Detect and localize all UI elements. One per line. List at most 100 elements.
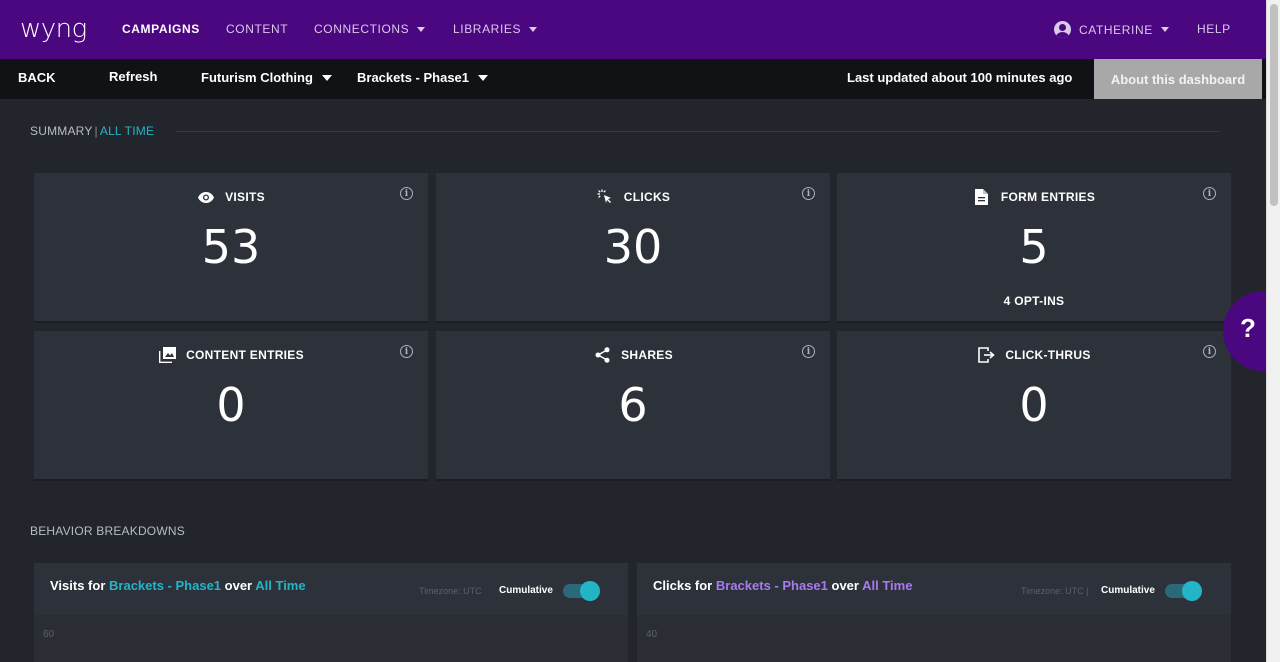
last-updated-text: Last updated about 100 minutes ago bbox=[847, 70, 1072, 85]
behavior-header: BEHAVIOR BREAKDOWNS bbox=[30, 524, 185, 538]
info-icon[interactable]: i bbox=[802, 187, 815, 200]
chart-title: Clicks for Brackets - Phase1 over All Ti… bbox=[653, 578, 912, 593]
card-label: VISITS bbox=[225, 190, 265, 204]
timezone-label: Timezone: UTC bbox=[419, 586, 482, 596]
visits-card: VISITS i 53 bbox=[34, 173, 428, 323]
nav-connections[interactable]: CONNECTIONS bbox=[314, 22, 426, 36]
user-menu[interactable]: CATHERINE bbox=[1054, 21, 1169, 38]
form-entries-card: FORM ENTRIES i 5 4 OPT-INS bbox=[837, 173, 1231, 323]
chevron-down-icon bbox=[478, 74, 489, 81]
chevron-down-icon bbox=[417, 26, 426, 32]
card-header: VISITS bbox=[34, 188, 428, 206]
card-header: SHARES bbox=[436, 346, 830, 364]
chevron-down-icon bbox=[529, 26, 538, 32]
nav-content[interactable]: CONTENT bbox=[226, 22, 288, 36]
card-label: SHARES bbox=[621, 348, 673, 362]
wyng-logo[interactable]: wyng bbox=[20, 14, 87, 44]
card-label: CONTENT ENTRIES bbox=[186, 348, 304, 362]
user-avatar-icon bbox=[1054, 21, 1071, 38]
visits-chart-panel: Visits for Brackets - Phase1 over All Ti… bbox=[34, 563, 628, 662]
info-icon[interactable]: i bbox=[1203, 187, 1216, 200]
clicks-card: CLICKS i 30 bbox=[436, 173, 830, 323]
chart-title: Visits for Brackets - Phase1 over All Ti… bbox=[50, 578, 306, 593]
nav-libraries[interactable]: LIBRARIES bbox=[453, 22, 538, 36]
timezone-label: Timezone: UTC | bbox=[1021, 586, 1089, 596]
separator: | bbox=[94, 124, 98, 138]
info-icon[interactable]: i bbox=[400, 187, 413, 200]
cumulative-label: Cumulative bbox=[499, 585, 553, 596]
summary-header: SUMMARY | ALL TIME bbox=[30, 124, 154, 138]
card-value: 0 bbox=[1019, 378, 1049, 432]
chart-area bbox=[34, 615, 628, 662]
chart-campaign-link[interactable]: Brackets - Phase1 bbox=[716, 578, 828, 593]
chart-title-prefix: Visits for bbox=[50, 578, 106, 593]
back-button[interactable]: BACK bbox=[18, 70, 56, 85]
y-axis-tick: 40 bbox=[646, 629, 658, 640]
about-dashboard-button[interactable]: About this dashboard bbox=[1094, 59, 1262, 99]
click-thrus-card: CLICK-THRUS i 0 bbox=[837, 331, 1231, 481]
campaign-label: Brackets - Phase1 bbox=[357, 70, 470, 85]
cursor-click-icon bbox=[596, 188, 614, 206]
share-icon bbox=[593, 346, 611, 364]
card-value: 6 bbox=[618, 378, 648, 432]
nav-campaigns[interactable]: CAMPAIGNS bbox=[122, 22, 200, 36]
info-icon[interactable]: i bbox=[400, 345, 413, 358]
content-entries-card: CONTENT ENTRIES i 0 bbox=[34, 331, 428, 481]
chevron-down-icon bbox=[1160, 27, 1169, 32]
chevron-down-icon bbox=[321, 74, 332, 81]
document-icon bbox=[973, 188, 991, 206]
dashboard-toolbar: BACK Refresh Futurism Clothing Brackets … bbox=[0, 59, 1266, 99]
opt-ins-count: 4 OPT-INS bbox=[1003, 294, 1065, 308]
back-label: BACK bbox=[18, 70, 56, 85]
toggle-knob bbox=[1182, 581, 1202, 601]
card-value: 5 bbox=[1019, 220, 1049, 274]
cumulative-label: Cumulative bbox=[1101, 585, 1155, 596]
question-icon: ? bbox=[1240, 313, 1256, 343]
chart-area bbox=[637, 615, 1231, 662]
summary-range[interactable]: ALL TIME bbox=[100, 124, 154, 138]
summary-label: SUMMARY bbox=[30, 124, 93, 138]
card-header: FORM ENTRIES bbox=[837, 188, 1231, 206]
card-header: CLICK-THRUS bbox=[837, 346, 1231, 364]
nav-campaigns-label: CAMPAIGNS bbox=[122, 22, 200, 36]
card-value: 53 bbox=[201, 220, 261, 274]
nav-help[interactable]: HELP bbox=[1197, 22, 1231, 36]
page-scrollbar[interactable] bbox=[1266, 0, 1280, 662]
chart-title-over: over bbox=[831, 578, 859, 593]
image-gallery-icon bbox=[158, 346, 176, 364]
chart-range-link[interactable]: All Time bbox=[255, 578, 305, 593]
user-name: CATHERINE bbox=[1079, 22, 1153, 37]
eye-icon bbox=[197, 188, 215, 206]
campaign-dropdown[interactable]: Brackets - Phase1 bbox=[357, 70, 489, 85]
card-value: 0 bbox=[216, 378, 246, 432]
card-header: CLICKS bbox=[436, 188, 830, 206]
nav-help-label: HELP bbox=[1197, 22, 1231, 36]
cumulative-toggle[interactable] bbox=[1165, 581, 1202, 601]
chart-title-prefix: Clicks for bbox=[653, 578, 713, 593]
account-dropdown[interactable]: Futurism Clothing bbox=[201, 70, 332, 85]
toggle-knob bbox=[580, 581, 600, 601]
nav-connections-label: CONNECTIONS bbox=[314, 22, 410, 36]
y-axis-tick: 60 bbox=[43, 629, 55, 640]
chart-title-over: over bbox=[224, 578, 253, 593]
account-label: Futurism Clothing bbox=[201, 70, 313, 85]
info-icon[interactable]: i bbox=[1203, 345, 1216, 358]
refresh-button[interactable]: Refresh bbox=[109, 69, 157, 84]
cumulative-toggle[interactable] bbox=[563, 581, 600, 601]
info-icon[interactable]: i bbox=[802, 345, 815, 358]
nav-content-label: CONTENT bbox=[226, 22, 289, 36]
card-label: CLICK-THRUS bbox=[1005, 348, 1091, 362]
card-value: 30 bbox=[603, 220, 663, 274]
card-label: FORM ENTRIES bbox=[1000, 190, 1096, 204]
top-nav: wyng CAMPAIGNS CONTENT CONNECTIONS LIBRA… bbox=[0, 0, 1266, 59]
card-label: CLICKS bbox=[623, 190, 671, 204]
chart-campaign-link[interactable]: Brackets - Phase1 bbox=[109, 578, 221, 593]
divider bbox=[176, 131, 1220, 132]
shares-card: SHARES i 6 bbox=[436, 331, 830, 481]
nav-libraries-label: LIBRARIES bbox=[453, 22, 522, 36]
card-header: CONTENT ENTRIES bbox=[34, 346, 428, 364]
exit-icon bbox=[977, 346, 995, 364]
last-updated-label: Last updated about 100 minutes ago bbox=[847, 70, 1073, 85]
chart-range-link[interactable]: All Time bbox=[862, 578, 912, 593]
scroll-thumb[interactable] bbox=[1270, 4, 1278, 206]
